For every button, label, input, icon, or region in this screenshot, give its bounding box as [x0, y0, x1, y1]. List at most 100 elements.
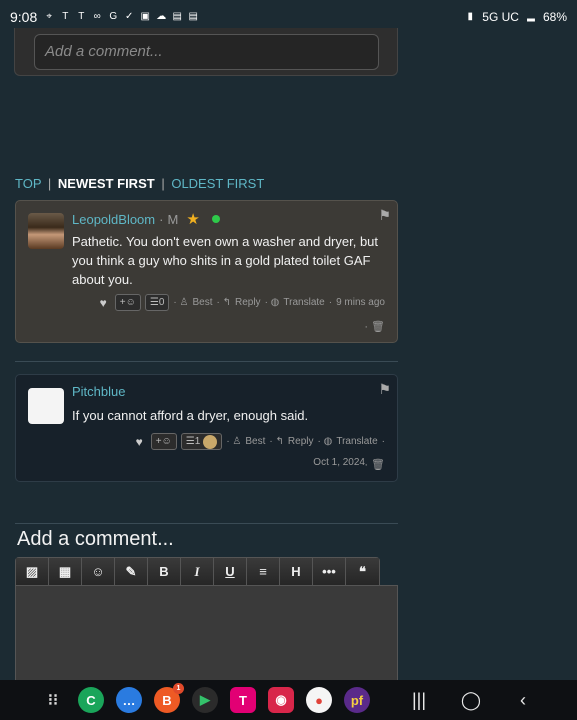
- nav-bar: ⁝⁝ C … B1 ▶ T ◉ ● pf ||| ◯ ‹: [0, 680, 577, 720]
- gallery-icon: ▣: [140, 11, 150, 22]
- comment-author[interactable]: LeopoldBloom: [72, 212, 155, 227]
- card-icon: ▤: [172, 11, 182, 22]
- reply-button[interactable]: Reply: [288, 436, 314, 447]
- best-icon: · ♙: [173, 297, 189, 308]
- translate-button[interactable]: Translate: [336, 436, 377, 447]
- home-icon[interactable]: ◯: [456, 690, 486, 711]
- comment-text: If you cannot afford a dryer, enough sai…: [72, 408, 309, 423]
- flag-icon[interactable]: ⚑: [378, 207, 391, 224]
- avatar[interactable]: [28, 213, 64, 249]
- comment-editor[interactable]: [15, 585, 398, 685]
- comment-card: ⚑ Pitchblue If you cannot afford a dryer…: [15, 374, 398, 482]
- card-icon: ▤: [188, 11, 198, 22]
- flag-icon[interactable]: ⚑: [378, 381, 391, 398]
- pf-icon[interactable]: pf: [344, 687, 370, 713]
- status-right: ▮ 5G UC ▂ 68%: [464, 10, 567, 24]
- member-badge: M: [167, 211, 179, 227]
- recents-icon[interactable]: |||: [404, 690, 434, 711]
- status-icons: ⌖ T T ∞ G ✓ ▣ ☁ ▤ ▤: [43, 11, 199, 23]
- screen-recorder-icon[interactable]: ◉: [268, 687, 294, 713]
- reply-icon: · ↰: [216, 297, 231, 308]
- divider: [15, 523, 398, 524]
- sort-top[interactable]: TOP: [15, 176, 41, 191]
- heart-icon[interactable]: ♥: [100, 296, 107, 310]
- separator-dot: ·: [328, 297, 333, 308]
- battery-level: 68%: [542, 10, 567, 24]
- bold-button[interactable]: B: [148, 558, 181, 585]
- tmobile-icon: T: [62, 11, 69, 22]
- add-reaction-button[interactable]: +☺: [150, 433, 177, 450]
- signal-icon: ▂: [527, 11, 535, 22]
- cloud-icon: ☁: [156, 11, 167, 22]
- best-button[interactable]: Best: [192, 297, 212, 308]
- brush-icon[interactable]: ✎: [115, 558, 148, 585]
- network-label: 5G UC: [482, 10, 519, 24]
- strikethrough-icon[interactable]: ≡: [247, 558, 280, 585]
- list-button[interactable]: ☰ 1: [180, 433, 223, 450]
- add-comment-title: Add a comment...: [17, 528, 174, 550]
- star-icon: ★: [186, 211, 200, 228]
- reply-button[interactable]: Reply: [235, 297, 261, 308]
- battery-saver-icon: ▮: [467, 11, 474, 22]
- top-comment-box: Add a comment...: [14, 28, 398, 76]
- comment-author[interactable]: Pitchblue: [72, 384, 125, 399]
- messages-icon[interactable]: …: [116, 687, 142, 713]
- comment-text: Pathetic. You don't even own a washer an…: [72, 234, 379, 287]
- globe-icon: · ◍: [317, 436, 333, 447]
- brave-icon[interactable]: B1: [154, 683, 184, 713]
- globe-icon: · ◍: [264, 297, 280, 308]
- sort-oldest[interactable]: OLDEST FIRST: [171, 176, 264, 191]
- divider: [15, 361, 398, 362]
- comment-time: 9 mins ago: [336, 297, 385, 308]
- google-icon: G: [109, 11, 118, 22]
- voicemail-icon: ∞: [93, 11, 101, 22]
- heart-icon[interactable]: ♥: [136, 435, 143, 449]
- comment-author-line: LeopoldBloom · M ★: [72, 210, 220, 228]
- tmobile-icon: T: [78, 11, 85, 22]
- comment-date: Oct 1, 2024: [313, 457, 365, 468]
- video-icon[interactable]: ▦: [49, 558, 82, 585]
- maps-icon[interactable]: ●: [306, 687, 332, 713]
- check-icon: ✓: [125, 11, 134, 22]
- tmobile-icon[interactable]: T: [230, 687, 256, 713]
- best-button[interactable]: Best: [245, 436, 265, 447]
- separator-dot: ·: [381, 436, 385, 447]
- comment-actions: ♥ +☺ ☰ 0 · ♙ Best · ↰ Reply · ◍ Translate…: [100, 294, 385, 311]
- translate-button[interactable]: Translate: [283, 297, 324, 308]
- sort-separator: |: [47, 176, 52, 191]
- avatar[interactable]: [28, 388, 64, 424]
- top-comment-input[interactable]: Add a comment...: [34, 34, 379, 70]
- sort-options: TOP | NEWEST FIRST | OLDEST FIRST: [15, 176, 264, 191]
- best-icon: · ♙: [226, 436, 242, 447]
- underline-button[interactable]: U: [214, 558, 247, 585]
- sort-newest[interactable]: NEWEST FIRST: [58, 176, 155, 191]
- grid-icon[interactable]: ⁝⁝: [40, 687, 66, 713]
- online-status-icon: [211, 215, 220, 223]
- status-time: 9:08: [10, 9, 38, 25]
- editor-toolbar: ▨ ▦ ☺ ✎ B I U ≡ H ••• ❝: [15, 557, 380, 585]
- heading-button[interactable]: H: [280, 558, 313, 585]
- play-store-icon[interactable]: ▶: [192, 687, 218, 713]
- list-icon: ☰: [185, 436, 195, 447]
- location-icon: ⌖: [46, 11, 53, 22]
- add-reaction-button[interactable]: +☺: [114, 294, 141, 311]
- notification-badge: 1: [173, 683, 184, 694]
- italic-button[interactable]: I: [181, 558, 214, 585]
- comment-card: ⚑ LeopoldBloom · M ★ Pathetic. You don't…: [15, 200, 398, 343]
- comment-author-line: Pitchblue: [72, 384, 125, 399]
- list-count: 1: [194, 436, 201, 447]
- reply-icon: · ↰: [269, 436, 284, 447]
- more-icon[interactable]: •••: [313, 558, 346, 585]
- reactor-avatar: [203, 434, 218, 449]
- phone-icon[interactable]: C: [78, 687, 104, 713]
- quote-icon[interactable]: ❝: [346, 558, 379, 585]
- separator-dot: ·: [159, 211, 164, 227]
- emoji-icon[interactable]: ☺: [82, 558, 115, 585]
- trash-icon[interactable]: · 🗑: [364, 320, 385, 333]
- list-icon: ☰: [149, 297, 159, 308]
- comment-actions: ♥ +☺ ☰ 1 · ♙ Best · ↰ Reply · ◍ Translate…: [136, 433, 385, 450]
- back-icon[interactable]: ‹: [508, 690, 538, 711]
- image-icon[interactable]: ▨: [16, 558, 49, 585]
- list-button[interactable]: ☰ 0: [144, 294, 170, 311]
- trash-icon[interactable]: · 🗑: [364, 458, 385, 471]
